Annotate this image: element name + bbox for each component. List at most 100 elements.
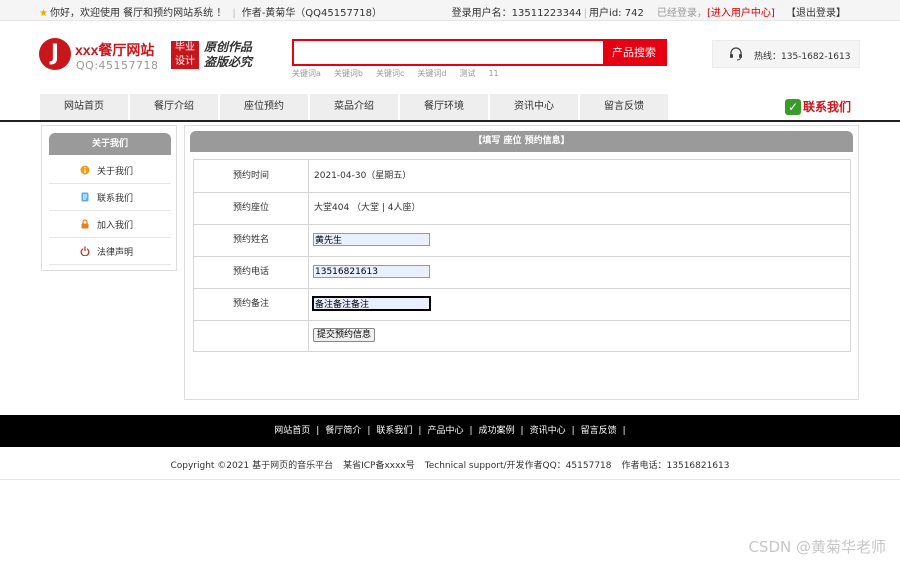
note-label: 预约备注 (194, 288, 309, 320)
slogan-line-1: 原创作品 (204, 40, 253, 54)
login-user-text: 登录用户名：13511223344 (451, 8, 582, 19)
form-row-phone: 预约电话 (194, 256, 850, 289)
power-icon (80, 246, 90, 256)
form-row-submit: 提交预约信息 (194, 320, 850, 351)
badge-line-1: 毕业 (175, 42, 195, 53)
divider: | (418, 426, 422, 436)
headset-icon (730, 47, 742, 61)
divider: | (232, 8, 236, 19)
divider: | (571, 426, 575, 436)
divider: | (520, 426, 524, 436)
sidebar-item-label: 法律声明 (97, 248, 134, 258)
submit-reservation-button[interactable]: 提交预约信息 (313, 328, 376, 342)
contact-icon (81, 192, 89, 202)
logout-link[interactable]: 【退出登录】 (786, 8, 846, 19)
footer-link-news[interactable]: 资讯中心 (530, 426, 566, 436)
divider: | (583, 8, 588, 19)
divider: | (469, 426, 473, 436)
sidebar-item-join[interactable]: 加入我们 (49, 211, 171, 238)
nav-item-environment[interactable]: 餐厅环境 (400, 94, 490, 120)
reservation-title: 【填写 座位 预约信息】 (190, 131, 853, 152)
time-value: 2021-04-30（星期五） (314, 171, 412, 181)
keyword-link[interactable]: 关键词b (334, 69, 363, 78)
footer-link-products[interactable]: 产品中心 (427, 426, 463, 436)
author-text: 作者-黄菊华（QQ45157718） (241, 8, 382, 19)
search-keywords: 关键词a 关键词b 关键词c 关键词d 测试 11 (292, 68, 512, 79)
reservation-panel: 【填写 座位 预约信息】 预约时间 2021-04-30（星期五） 预约座位 大… (184, 125, 859, 400)
welcome-text: 你好，欢迎使用 餐厅和预约网站系统 ！ (49, 8, 227, 19)
footer-link-contact[interactable]: 联系我们 (376, 426, 412, 436)
submit-label-cell (194, 320, 309, 351)
login-status-text: 已经登录， (657, 8, 707, 19)
seat-label: 预约座位 (194, 192, 309, 224)
keyword-link[interactable]: 测试 (459, 69, 475, 78)
sidebar-item-about[interactable]: 关于我们 (49, 157, 171, 184)
note-field[interactable] (312, 296, 431, 311)
footer-link-feedback[interactable]: 留言反馈 (581, 426, 617, 436)
reservation-form: 预约时间 2021-04-30（星期五） 预约座位 大堂404 （大堂 | 4人… (193, 159, 851, 352)
nav-item-home[interactable]: 网站首页 (40, 94, 130, 120)
top-bar: ★ 你好，欢迎使用 餐厅和预约网站系统 ！ | 作者-黄菊华（QQ45157718） … (0, 0, 900, 21)
hotline-box: 热线：135-1682-1613 (712, 40, 860, 68)
form-row-time: 预约时间 2021-04-30（星期五） (194, 160, 850, 193)
contact-us-link[interactable]: ✓ 联系我们 (785, 98, 851, 115)
keyword-link[interactable]: 关键词a (292, 69, 321, 78)
nav-item-dishes[interactable]: 菜品介绍 (310, 94, 400, 120)
star-icon: ★ (39, 8, 48, 19)
name-label: 预约姓名 (194, 224, 309, 256)
hotline-text: 热线：135-1682-1613 (754, 52, 851, 62)
seat-value: 大堂404 （大堂 | 4人座） (314, 203, 421, 213)
divider: | (367, 426, 371, 436)
logo-icon[interactable]: J (39, 38, 71, 70)
copyright-text: Copyright ©2021 基于网页的音乐平台 (170, 461, 334, 471)
footer-divider (0, 479, 900, 480)
nav-divider (0, 120, 900, 122)
form-row-note: 预约备注 (194, 288, 850, 321)
user-id-text: 用户id: 742 (589, 8, 644, 19)
slogan-line-2: 盗版必究 (204, 55, 253, 69)
user-center-link[interactable]: [进入用户中心] (707, 8, 775, 19)
sidebar-item-label: 联系我们 (97, 194, 134, 204)
product-search-button[interactable]: 产品搜索 (603, 41, 665, 64)
sidebar-title: 关于我们 (49, 133, 171, 155)
author-phone-text: 作者电话：13516821613 (621, 461, 730, 471)
time-label: 预约时间 (194, 160, 309, 192)
badge-line-2: 设计 (175, 56, 195, 67)
top-bar-right: 登录用户名：13511223344 | 用户id: 742 已经登录，[进入用户中心… (452, 4, 846, 19)
footer-nav: 网站首页 | 餐厅简介 | 联系我们 | 产品中心 | 成功案例 | 资讯中心 | 留言反馈 | (0, 415, 900, 447)
sidebar-item-legal[interactable]: 法律声明 (49, 238, 171, 265)
phone-label: 预约电话 (194, 256, 309, 288)
keyword-link[interactable]: 关键词c (376, 69, 404, 78)
keyword-link[interactable]: 11 (488, 69, 498, 78)
keyword-link[interactable]: 关键词d (417, 69, 446, 78)
site-qq: QQ:45157718 (76, 59, 159, 72)
sidebar-item-contact[interactable]: 联系我们 (49, 184, 171, 211)
sidebar: 关于我们 关于我们 联系我们 加入我们 法律声明 (41, 125, 177, 271)
nav-item-seat-reservation[interactable]: 座位预约 (220, 94, 310, 120)
csdn-watermark: CSDN @黄菊华老师 (748, 538, 886, 556)
graduation-badge: 毕业 设计 (171, 41, 199, 69)
sidebar-item-label: 关于我们 (97, 167, 134, 177)
checkmark-icon: ✓ (785, 98, 801, 115)
top-bar-left: ★ 你好，欢迎使用 餐厅和预约网站系统 ！ | 作者-黄菊华（QQ45157718） (39, 4, 382, 19)
icp-text: 某省ICP备xxxx号 (343, 461, 415, 471)
footer-link-intro[interactable]: 餐厅简介 (325, 426, 361, 436)
name-field[interactable] (313, 233, 430, 246)
nav-item-news[interactable]: 资讯中心 (490, 94, 580, 120)
info-icon (80, 165, 90, 175)
support-text: Technical support/开发作者QQ：45157718 (424, 461, 612, 471)
divider: | (316, 426, 320, 436)
footer-link-cases[interactable]: 成功案例 (479, 426, 515, 436)
nav-item-feedback[interactable]: 留言反馈 (580, 94, 670, 120)
phone-field[interactable] (313, 265, 430, 278)
footer-copyright: Copyright ©2021 基于网页的音乐平台 某省ICP备xxxx号 Tech… (0, 458, 900, 471)
sidebar-item-label: 加入我们 (97, 221, 134, 231)
divider: | (622, 426, 626, 436)
contact-us-label: 联系我们 (803, 100, 852, 114)
site-title[interactable]: xxx餐厅网站 (75, 40, 154, 60)
footer-link-home[interactable]: 网站首页 (274, 426, 310, 436)
slogan: 原创作品 盗版必究 (204, 40, 264, 70)
nav-item-restaurant-intro[interactable]: 餐厅介绍 (130, 94, 220, 120)
search-input[interactable] (294, 41, 605, 64)
search-box: 产品搜索 (292, 39, 667, 66)
